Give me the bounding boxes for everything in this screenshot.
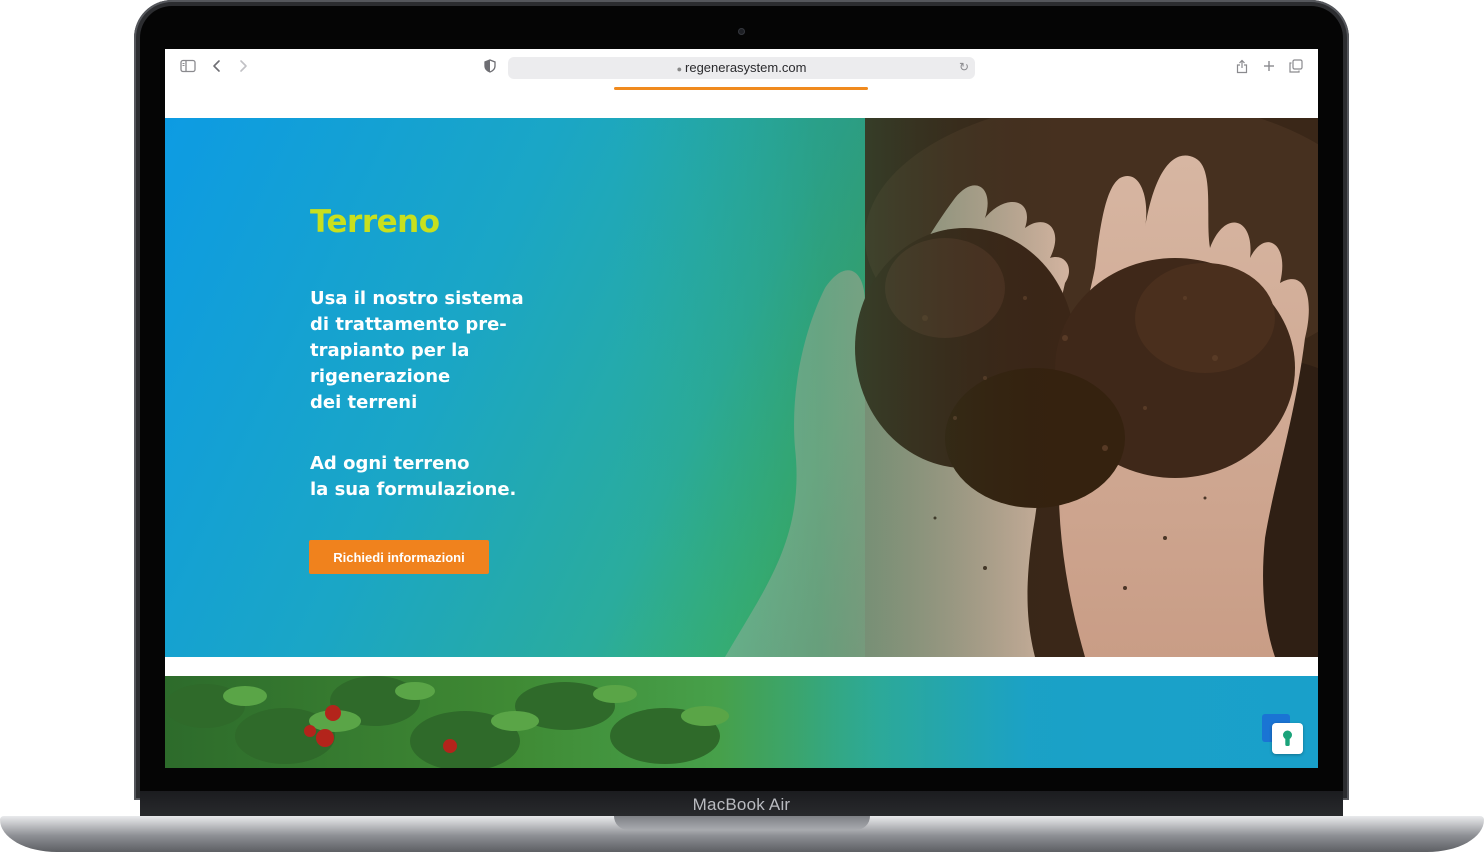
address-text: ● regenerasystem.com — [508, 60, 975, 75]
tabs-icon[interactable] — [1288, 59, 1304, 77]
hero-subtext: Ad ogni terreno la sua formulazione. — [310, 453, 517, 500]
stage: ● regenerasystem.com ↻ Terreno Usa il no… — [0, 0, 1484, 852]
tomato-plants-photo — [165, 676, 1318, 768]
share-icon[interactable] — [1234, 59, 1250, 77]
laptop-notch — [614, 816, 870, 830]
nav-active-indicator — [614, 87, 868, 90]
device-label: MacBook Air — [692, 795, 791, 814]
laptop-chin: MacBook Air — [140, 791, 1343, 819]
shield-icon[interactable] — [482, 59, 498, 77]
chevron-left-icon[interactable] — [210, 59, 224, 77]
hero-title: Terreno — [310, 204, 440, 240]
sidebar-icon[interactable] — [179, 59, 197, 77]
browser-toolbar: ● regenerasystem.com ↻ — [165, 49, 1318, 89]
plus-icon[interactable] — [1261, 59, 1277, 77]
camera — [738, 28, 745, 35]
plants-section — [165, 676, 1318, 768]
hero-lead-text: Usa il nostro sistema di trattamento pre… — [310, 288, 524, 413]
request-info-button[interactable]: Richiedi informazioni — [309, 540, 489, 574]
chevron-right-icon[interactable] — [236, 59, 250, 77]
hero-section: Terreno Usa il nostro sistema di trattam… — [165, 118, 1318, 657]
lock-icon: ● — [676, 64, 683, 74]
address-bar[interactable]: ● regenerasystem.com ↻ — [508, 57, 975, 79]
keyhole-icon[interactable] — [1272, 723, 1303, 754]
url-text: regenerasystem.com — [685, 60, 807, 75]
browser-screen: ● regenerasystem.com ↻ Terreno Usa il no… — [165, 49, 1318, 768]
reload-icon[interactable]: ↻ — [959, 60, 969, 74]
